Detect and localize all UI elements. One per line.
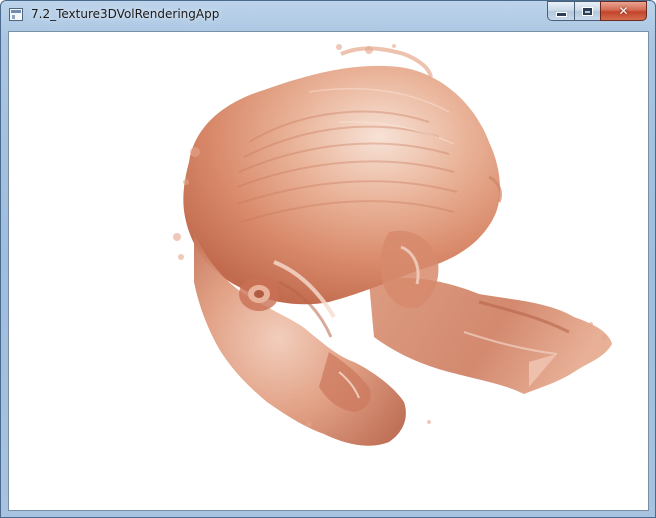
title-bar[interactable]: 7.2_Texture3DVolRenderingApp ✕: [1, 1, 655, 31]
window-controls: ✕: [547, 1, 647, 21]
maximize-button[interactable]: [574, 1, 600, 21]
window-title: 7.2_Texture3DVolRenderingApp: [31, 7, 220, 21]
close-button[interactable]: ✕: [600, 1, 647, 21]
volume-rendering-skull: [173, 44, 612, 446]
maximize-icon: [582, 6, 593, 16]
close-icon: ✕: [618, 4, 629, 18]
app-window: 7.2_Texture3DVolRenderingApp ✕: [0, 0, 656, 518]
minimize-button[interactable]: [547, 1, 574, 21]
minimize-icon: [555, 11, 567, 17]
app-window-icon[interactable]: [9, 8, 23, 21]
render-viewport[interactable]: [8, 31, 649, 511]
